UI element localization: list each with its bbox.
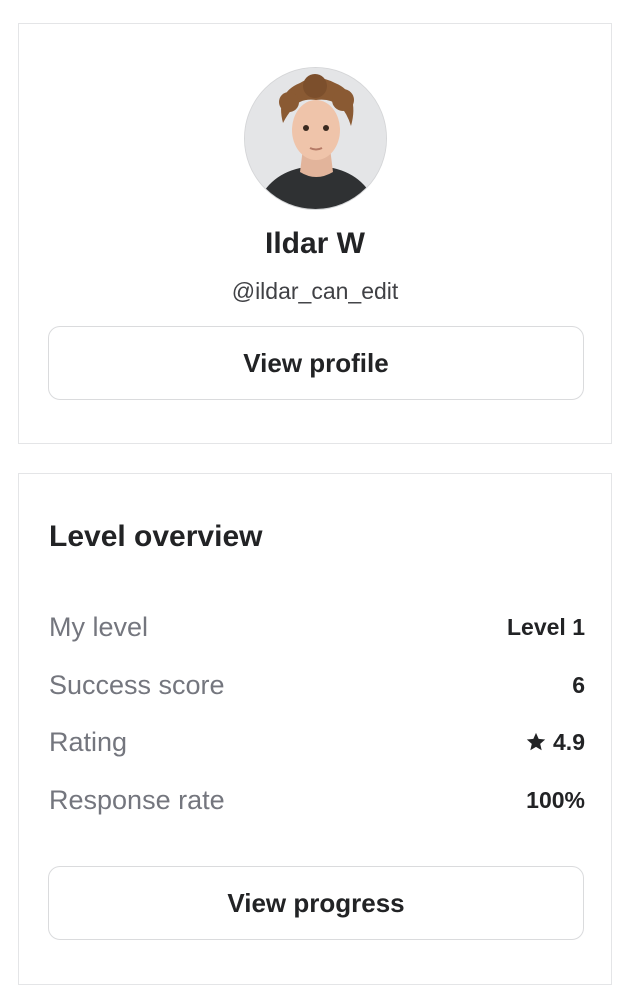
stat-row-response-rate: Response rate 100%	[49, 780, 585, 820]
section-title: Level overview	[49, 520, 263, 553]
view-progress-button[interactable]: View progress	[48, 866, 584, 940]
avatar[interactable]	[244, 67, 387, 210]
profile-handle: @ildar_can_edit	[231, 278, 399, 304]
star-icon	[525, 731, 547, 753]
success-score-value: 6	[572, 671, 585, 698]
avatar-photo	[245, 68, 386, 209]
level-overview-card: Level overview My level Level 1 Success …	[18, 473, 612, 985]
view-profile-button[interactable]: View profile	[48, 326, 584, 400]
stat-row-success-score: Success score 6	[49, 665, 585, 705]
stat-label: Success score	[49, 669, 225, 700]
stat-row-my-level: My level Level 1	[49, 607, 585, 647]
stat-value: 6	[572, 672, 585, 699]
stat-value: 100%	[526, 787, 585, 814]
stat-label: My level	[49, 611, 149, 642]
stat-row-rating: Rating 4.9	[49, 722, 585, 762]
stat-value: Level 1	[507, 614, 585, 641]
level-value: Level 1	[507, 613, 585, 640]
stat-label: Response rate	[49, 784, 225, 815]
rating-value: 4.9	[553, 728, 585, 755]
profile-name: Ildar W	[264, 227, 365, 260]
profile-card: Ildar W @ildar_can_edit View profile	[18, 23, 612, 444]
response-rate-value: 100%	[526, 786, 585, 813]
stat-label: Rating	[49, 726, 128, 757]
stat-value: 4.9	[525, 729, 585, 756]
